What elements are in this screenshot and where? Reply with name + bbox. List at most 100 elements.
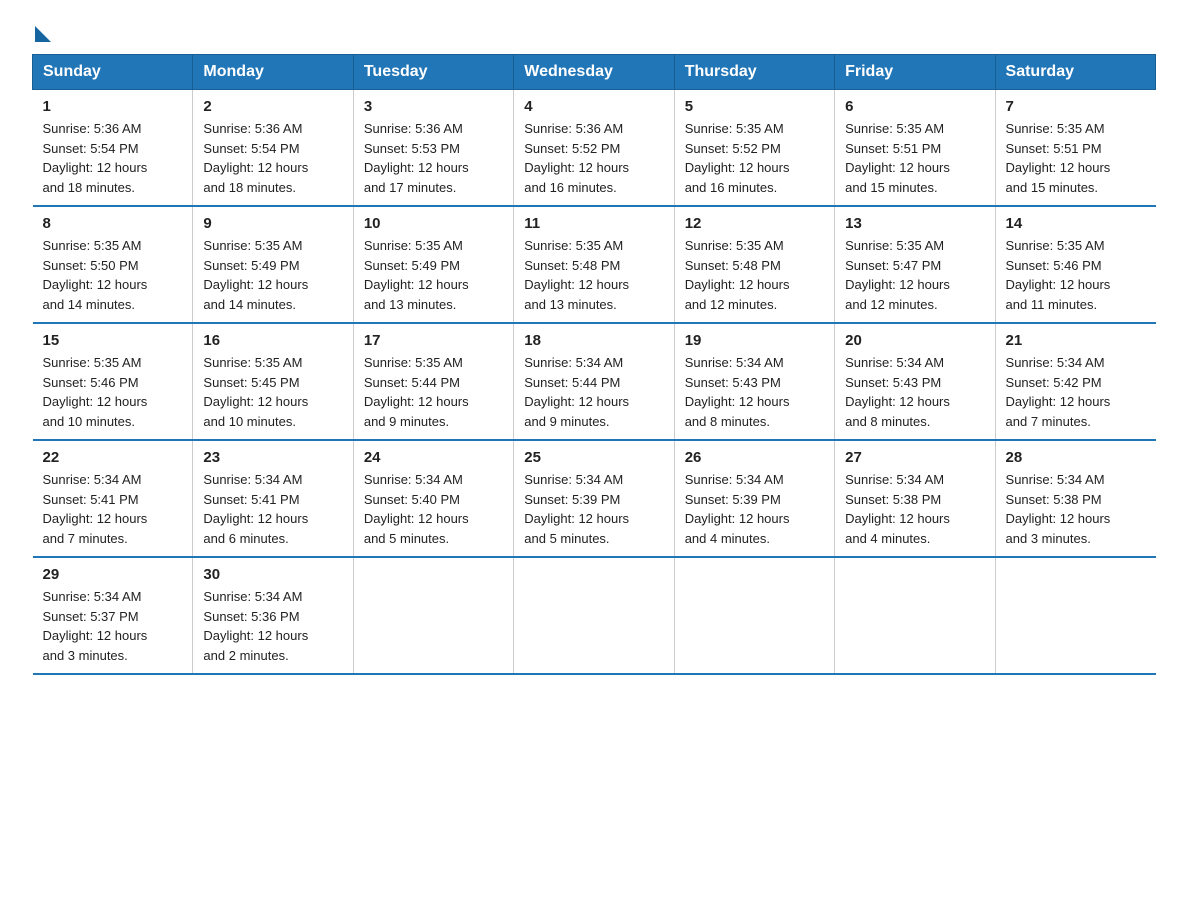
page-header — [32, 24, 1156, 38]
day-info: Sunrise: 5:34 AMSunset: 5:39 PMDaylight:… — [524, 470, 663, 548]
day-cell: 23 Sunrise: 5:34 AMSunset: 5:41 PMDaylig… — [193, 440, 353, 557]
day-cell: 4 Sunrise: 5:36 AMSunset: 5:52 PMDayligh… — [514, 90, 674, 207]
day-cell: 28 Sunrise: 5:34 AMSunset: 5:38 PMDaylig… — [995, 440, 1155, 557]
day-info: Sunrise: 5:36 AMSunset: 5:53 PMDaylight:… — [364, 119, 503, 197]
day-cell: 9 Sunrise: 5:35 AMSunset: 5:49 PMDayligh… — [193, 206, 353, 323]
week-row-1: 1 Sunrise: 5:36 AMSunset: 5:54 PMDayligh… — [33, 90, 1156, 207]
header-sunday: Sunday — [33, 55, 193, 90]
day-info: Sunrise: 5:35 AMSunset: 5:48 PMDaylight:… — [685, 236, 824, 314]
day-cell: 8 Sunrise: 5:35 AMSunset: 5:50 PMDayligh… — [33, 206, 193, 323]
day-number: 23 — [203, 449, 342, 466]
day-number: 17 — [364, 332, 503, 349]
day-number: 5 — [685, 98, 824, 115]
day-cell — [995, 557, 1155, 674]
day-number: 27 — [845, 449, 984, 466]
day-info: Sunrise: 5:36 AMSunset: 5:54 PMDaylight:… — [203, 119, 342, 197]
day-number: 18 — [524, 332, 663, 349]
day-number: 30 — [203, 566, 342, 583]
day-cell: 5 Sunrise: 5:35 AMSunset: 5:52 PMDayligh… — [674, 90, 834, 207]
week-row-4: 22 Sunrise: 5:34 AMSunset: 5:41 PMDaylig… — [33, 440, 1156, 557]
day-number: 22 — [43, 449, 183, 466]
day-number: 26 — [685, 449, 824, 466]
day-cell: 25 Sunrise: 5:34 AMSunset: 5:39 PMDaylig… — [514, 440, 674, 557]
week-row-2: 8 Sunrise: 5:35 AMSunset: 5:50 PMDayligh… — [33, 206, 1156, 323]
day-cell: 29 Sunrise: 5:34 AMSunset: 5:37 PMDaylig… — [33, 557, 193, 674]
week-row-5: 29 Sunrise: 5:34 AMSunset: 5:37 PMDaylig… — [33, 557, 1156, 674]
day-number: 12 — [685, 215, 824, 232]
day-number: 29 — [43, 566, 183, 583]
day-cell: 6 Sunrise: 5:35 AMSunset: 5:51 PMDayligh… — [835, 90, 995, 207]
header-thursday: Thursday — [674, 55, 834, 90]
day-number: 25 — [524, 449, 663, 466]
day-info: Sunrise: 5:35 AMSunset: 5:48 PMDaylight:… — [524, 236, 663, 314]
header-tuesday: Tuesday — [353, 55, 513, 90]
day-cell: 18 Sunrise: 5:34 AMSunset: 5:44 PMDaylig… — [514, 323, 674, 440]
day-cell: 10 Sunrise: 5:35 AMSunset: 5:49 PMDaylig… — [353, 206, 513, 323]
day-cell: 21 Sunrise: 5:34 AMSunset: 5:42 PMDaylig… — [995, 323, 1155, 440]
calendar-table: SundayMondayTuesdayWednesdayThursdayFrid… — [32, 54, 1156, 675]
week-row-3: 15 Sunrise: 5:35 AMSunset: 5:46 PMDaylig… — [33, 323, 1156, 440]
day-number: 2 — [203, 98, 342, 115]
day-cell: 22 Sunrise: 5:34 AMSunset: 5:41 PMDaylig… — [33, 440, 193, 557]
day-info: Sunrise: 5:35 AMSunset: 5:49 PMDaylight:… — [364, 236, 503, 314]
day-cell: 11 Sunrise: 5:35 AMSunset: 5:48 PMDaylig… — [514, 206, 674, 323]
day-info: Sunrise: 5:34 AMSunset: 5:43 PMDaylight:… — [685, 353, 824, 431]
day-number: 28 — [1006, 449, 1146, 466]
day-info: Sunrise: 5:34 AMSunset: 5:43 PMDaylight:… — [845, 353, 984, 431]
day-info: Sunrise: 5:34 AMSunset: 5:42 PMDaylight:… — [1006, 353, 1146, 431]
day-cell — [674, 557, 834, 674]
day-info: Sunrise: 5:34 AMSunset: 5:40 PMDaylight:… — [364, 470, 503, 548]
header-saturday: Saturday — [995, 55, 1155, 90]
day-info: Sunrise: 5:35 AMSunset: 5:49 PMDaylight:… — [203, 236, 342, 314]
day-number: 20 — [845, 332, 984, 349]
day-info: Sunrise: 5:34 AMSunset: 5:39 PMDaylight:… — [685, 470, 824, 548]
day-cell: 20 Sunrise: 5:34 AMSunset: 5:43 PMDaylig… — [835, 323, 995, 440]
day-number: 11 — [524, 215, 663, 232]
day-info: Sunrise: 5:34 AMSunset: 5:38 PMDaylight:… — [1006, 470, 1146, 548]
day-info: Sunrise: 5:34 AMSunset: 5:41 PMDaylight:… — [43, 470, 183, 548]
day-number: 14 — [1006, 215, 1146, 232]
day-cell — [353, 557, 513, 674]
day-cell: 12 Sunrise: 5:35 AMSunset: 5:48 PMDaylig… — [674, 206, 834, 323]
day-info: Sunrise: 5:34 AMSunset: 5:38 PMDaylight:… — [845, 470, 984, 548]
day-number: 15 — [43, 332, 183, 349]
logo — [32, 24, 51, 38]
day-number: 1 — [43, 98, 183, 115]
day-number: 8 — [43, 215, 183, 232]
day-info: Sunrise: 5:34 AMSunset: 5:44 PMDaylight:… — [524, 353, 663, 431]
day-number: 21 — [1006, 332, 1146, 349]
day-cell: 7 Sunrise: 5:35 AMSunset: 5:51 PMDayligh… — [995, 90, 1155, 207]
day-number: 10 — [364, 215, 503, 232]
day-number: 19 — [685, 332, 824, 349]
day-info: Sunrise: 5:35 AMSunset: 5:46 PMDaylight:… — [1006, 236, 1146, 314]
logo-triangle — [35, 26, 51, 42]
day-cell: 19 Sunrise: 5:34 AMSunset: 5:43 PMDaylig… — [674, 323, 834, 440]
day-info: Sunrise: 5:35 AMSunset: 5:46 PMDaylight:… — [43, 353, 183, 431]
day-info: Sunrise: 5:35 AMSunset: 5:45 PMDaylight:… — [203, 353, 342, 431]
day-cell: 30 Sunrise: 5:34 AMSunset: 5:36 PMDaylig… — [193, 557, 353, 674]
day-number: 4 — [524, 98, 663, 115]
day-info: Sunrise: 5:35 AMSunset: 5:44 PMDaylight:… — [364, 353, 503, 431]
day-info: Sunrise: 5:35 AMSunset: 5:51 PMDaylight:… — [845, 119, 984, 197]
day-cell: 3 Sunrise: 5:36 AMSunset: 5:53 PMDayligh… — [353, 90, 513, 207]
day-info: Sunrise: 5:35 AMSunset: 5:47 PMDaylight:… — [845, 236, 984, 314]
header-monday: Monday — [193, 55, 353, 90]
day-info: Sunrise: 5:35 AMSunset: 5:52 PMDaylight:… — [685, 119, 824, 197]
day-info: Sunrise: 5:36 AMSunset: 5:54 PMDaylight:… — [43, 119, 183, 197]
day-number: 9 — [203, 215, 342, 232]
day-cell: 1 Sunrise: 5:36 AMSunset: 5:54 PMDayligh… — [33, 90, 193, 207]
day-cell: 16 Sunrise: 5:35 AMSunset: 5:45 PMDaylig… — [193, 323, 353, 440]
day-info: Sunrise: 5:35 AMSunset: 5:51 PMDaylight:… — [1006, 119, 1146, 197]
header-friday: Friday — [835, 55, 995, 90]
calendar-header-row: SundayMondayTuesdayWednesdayThursdayFrid… — [33, 55, 1156, 90]
day-cell: 27 Sunrise: 5:34 AMSunset: 5:38 PMDaylig… — [835, 440, 995, 557]
day-number: 3 — [364, 98, 503, 115]
header-wednesday: Wednesday — [514, 55, 674, 90]
day-number: 7 — [1006, 98, 1146, 115]
day-cell: 26 Sunrise: 5:34 AMSunset: 5:39 PMDaylig… — [674, 440, 834, 557]
day-number: 6 — [845, 98, 984, 115]
day-cell: 13 Sunrise: 5:35 AMSunset: 5:47 PMDaylig… — [835, 206, 995, 323]
day-cell: 17 Sunrise: 5:35 AMSunset: 5:44 PMDaylig… — [353, 323, 513, 440]
day-info: Sunrise: 5:35 AMSunset: 5:50 PMDaylight:… — [43, 236, 183, 314]
day-info: Sunrise: 5:34 AMSunset: 5:37 PMDaylight:… — [43, 587, 183, 665]
